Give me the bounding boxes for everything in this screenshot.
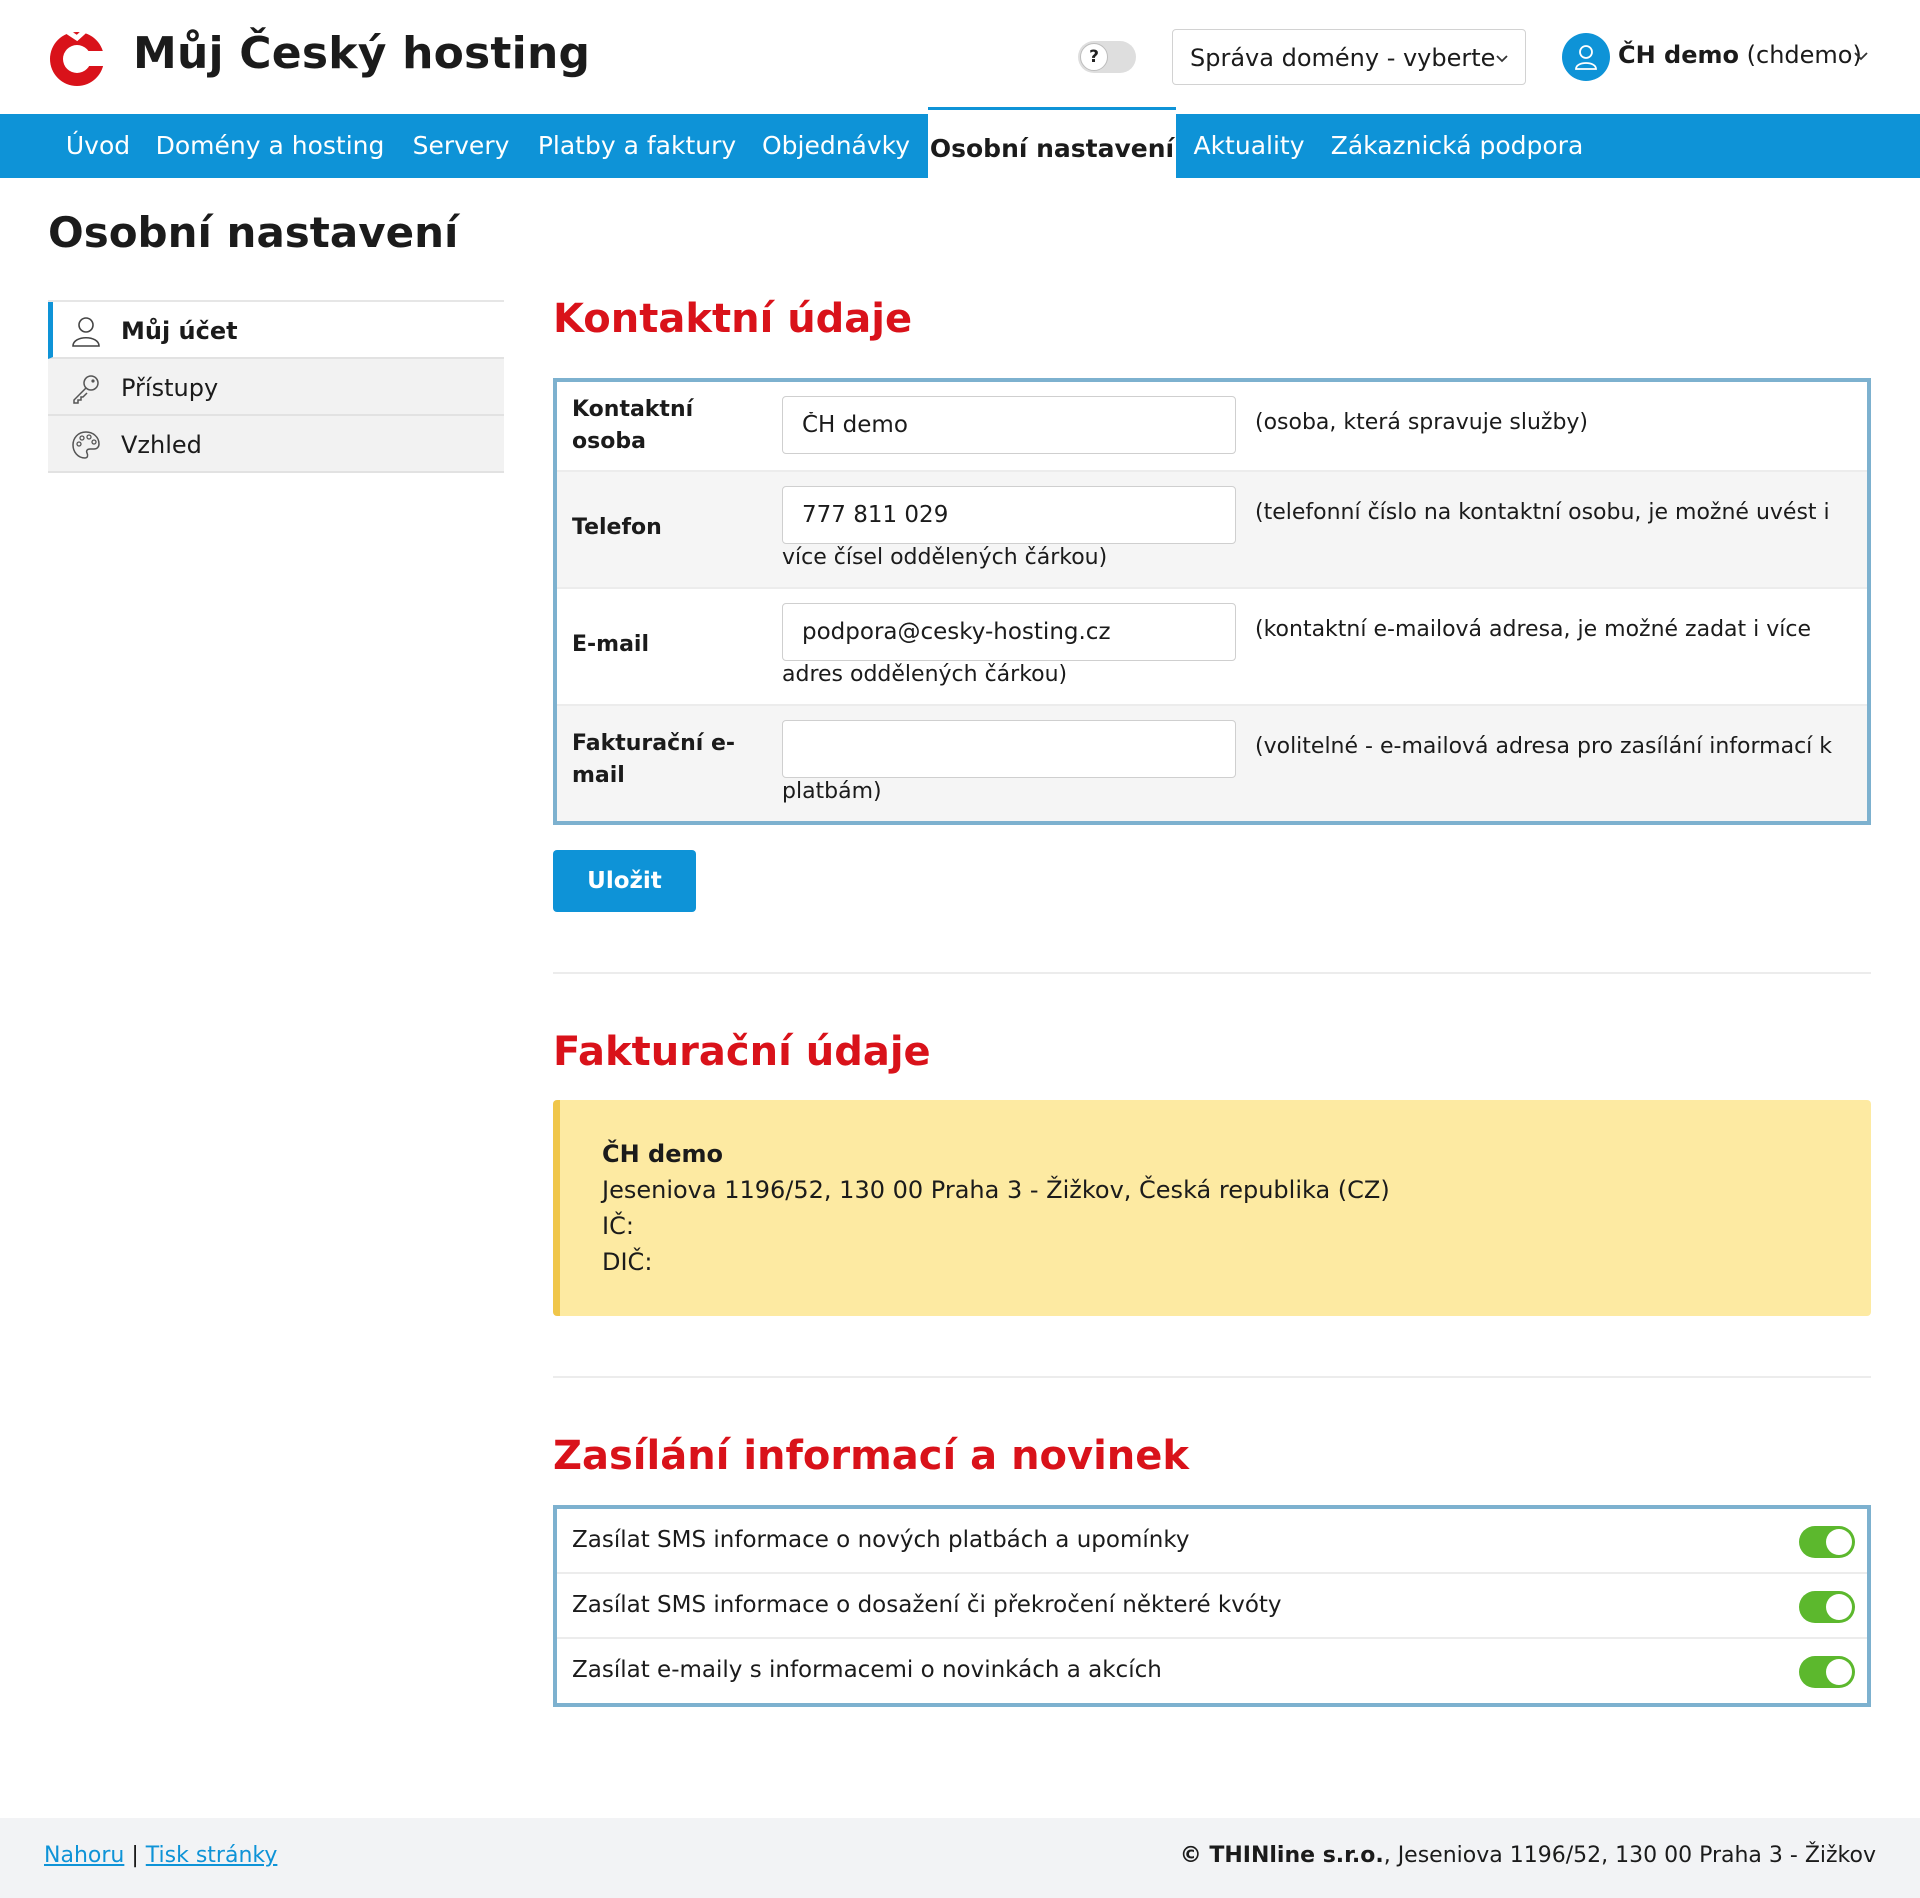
billing-email-hint: (volitelné - e-mailová adresa pro zasílá… [1255,734,1833,759]
contact-person-hint: (osoba, která spravuje služby) [1255,410,1589,435]
user-menu[interactable]: ČH demo (chdemo) [1618,41,1862,69]
side-item-label: Vzhled [121,431,202,459]
billing-email-label: Fakturační e- mail [572,731,736,788]
nav-item-objednavky[interactable]: Objednávky [744,114,928,178]
main-nav: Úvod Domény a hosting Servery Platby a f… [0,107,1920,178]
contact-row-email: E-mail (kontaktní e-mailová adresa, je m… [557,589,1867,706]
email-news-toggle[interactable] [1799,1656,1855,1688]
toggle-knob [1826,1659,1852,1685]
help-toggle[interactable]: ? [1078,41,1136,73]
footer-links: Nahoru | Tisk stránky [44,1843,277,1868]
contact-row-person: Kontaktní osoba (osoba, která spravuje s… [557,382,1867,472]
billing-name: ČH demo [602,1140,724,1168]
phone-hint: (telefonní číslo na kontaktní osobu, je … [1255,500,1830,525]
side-item-vzhled[interactable]: Vzhled [48,416,504,473]
footer-company: © THINline s.r.o. [1179,1843,1384,1868]
chevron-down-icon[interactable] [1852,47,1870,65]
nav-item-domeny-a-hosting[interactable]: Domény a hosting [148,114,392,178]
footer-address: , Jeseniova 1196/52, 130 00 Praha 3 - Ži… [1383,1843,1876,1868]
email-hint-continued: adres oddělených čárkou) [782,662,1068,687]
notification-label: Zasílat e-maily s informacemi o novinkác… [572,1657,1162,1683]
notification-row: Zasílat SMS informace o dosažení či přek… [557,1574,1867,1639]
chevron-down-icon [1496,55,1508,63]
footer: Nahoru | Tisk stránky © THINline s.r.o.,… [0,1818,1920,1898]
side-item-pristupy[interactable]: Přístupy [48,359,504,416]
domain-select-label: Správa domény - vyberte [1190,44,1496,72]
section-divider [553,972,1871,974]
email-input[interactable] [782,603,1236,661]
notification-label: Zasílat SMS informace o nových platbách … [572,1527,1190,1553]
side-item-label: Můj účet [121,317,238,345]
nav-item-platby-a-faktury[interactable]: Platby a faktury [530,114,744,178]
save-button[interactable]: Uložit [553,850,696,912]
toggle-knob [1826,1594,1852,1620]
side-item-label: Přístupy [121,374,219,402]
phone-input[interactable] [782,486,1236,544]
brand-title[interactable]: Můj Český hosting [133,28,590,79]
email-hint: (kontaktní e-mailová adresa, je možné za… [1255,617,1812,642]
phone-hint-continued: více čísel oddělených čárkou) [782,545,1108,570]
side-item-muj-ucet[interactable]: Můj účet [48,302,504,359]
billing-info-box: ČH demo Jeseniova 1196/52, 130 00 Praha … [553,1100,1871,1316]
sms-quota-toggle[interactable] [1799,1591,1855,1623]
nav-item-servery[interactable]: Servery [392,114,530,178]
user-avatar[interactable] [1562,33,1610,81]
print-page-link[interactable]: Tisk stránky [146,1843,278,1868]
key-icon [73,375,99,404]
notification-row: Zasílat SMS informace o nových platbách … [557,1509,1867,1574]
nav-item-osobni-nastaveni[interactable]: Osobní nastavení [928,107,1176,178]
user-name: ČH demo [1618,41,1740,69]
billing-address: Jeseniova 1196/52, 130 00 Praha 3 - Žižk… [602,1176,1390,1204]
sms-payments-toggle[interactable] [1799,1526,1855,1558]
contact-form: Kontaktní osoba (osoba, která spravuje s… [553,378,1871,825]
toggle-knob [1826,1529,1852,1555]
email-label: E-mail [572,632,650,657]
side-menu: Můj účet Přístupy Vzhled [48,300,504,473]
billing-email-input[interactable] [782,720,1236,778]
user-icon [1575,45,1597,70]
contact-person-input[interactable] [782,396,1236,454]
contact-section-title: Kontaktní údaje [553,296,913,342]
nav-item-zakaznicka-podpora[interactable]: Zákaznická podpora [1322,114,1592,178]
billing-section-title: Fakturační údaje [553,1029,931,1075]
page-title: Osobní nastavení [48,208,459,257]
contact-row-phone: Telefon (telefonní číslo na kontaktní os… [557,472,1867,589]
scroll-top-link[interactable]: Nahoru [44,1843,124,1868]
user-login: (chdemo) [1746,41,1862,69]
header: Můj Český hosting ? Správa domény - vybe… [0,0,1920,114]
news-section-title: Zasílání informací a novinek [553,1433,1190,1479]
nav-item-uvod[interactable]: Úvod [48,114,148,178]
billing-email-hint-continued: platbám) [782,779,882,804]
notification-row: Zasílat e-maily s informacemi o novinkác… [557,1639,1867,1704]
contact-row-billing-email: Fakturační e- mail (volitelné - e-mailov… [557,706,1867,821]
contact-person-label: Kontaktní osoba [572,397,694,454]
billing-dic: DIČ: [602,1248,653,1276]
notification-label: Zasílat SMS informace o dosažení či přek… [572,1592,1282,1618]
palette-icon [72,431,100,459]
cesky-hosting-logo-icon[interactable] [46,26,110,88]
phone-label: Telefon [572,515,662,540]
domain-select[interactable]: Správa domény - vyberte [1172,29,1526,85]
section-divider [553,1376,1871,1378]
help-icon: ? [1080,43,1108,71]
footer-separator: | [131,1843,139,1868]
notifications-list: Zasílat SMS informace o nových platbách … [553,1505,1871,1707]
billing-ic: IČ: [602,1212,634,1240]
footer-copyright: © THINline s.r.o., Jeseniova 1196/52, 13… [1180,1843,1876,1868]
user-icon [72,317,100,347]
nav-item-aktuality[interactable]: Aktuality [1176,114,1322,178]
